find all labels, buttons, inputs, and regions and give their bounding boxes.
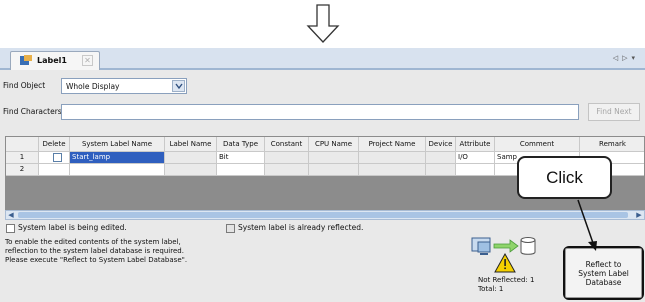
data-type-cell[interactable]: Bit — [217, 152, 265, 164]
row-number: 2 — [6, 164, 39, 176]
reflected-legend-swatch — [226, 224, 235, 233]
message-line: To enable the edited contents of the sys… — [5, 238, 181, 246]
find-object-select[interactable]: Whole Display — [61, 78, 187, 94]
reflect-button-line: System Label — [578, 269, 629, 278]
reflect-button-line: Reflect to — [585, 260, 622, 269]
horizontal-scrollbar[interactable]: ◀ ▶ — [5, 210, 645, 220]
reflect-button-line: Database — [585, 278, 622, 287]
device-cell[interactable] — [426, 164, 456, 176]
attribute-cell[interactable]: I/O — [456, 152, 495, 164]
device-cell[interactable] — [426, 152, 456, 164]
message-line: Please execute "Reflect to System Label … — [5, 256, 188, 264]
cpu-name-cell[interactable] — [309, 152, 359, 164]
column-header-label-name[interactable]: Label Name — [165, 137, 217, 152]
tab-navigation-icons[interactable]: ◁▷▾ — [613, 54, 639, 62]
reflection-counts: Not Reflected: 1 Total: 1 — [478, 276, 534, 294]
row-number: 1 — [6, 152, 39, 164]
close-icon[interactable]: ✕ — [82, 55, 93, 66]
find-object-value: Whole Display — [66, 82, 120, 91]
delete-cell[interactable] — [39, 164, 70, 176]
down-arrow-icon — [306, 4, 340, 43]
find-object-label: Find Object — [3, 81, 46, 90]
system-label-name-cell[interactable] — [70, 164, 165, 176]
reflected-legend: System label is already reflected. — [226, 223, 466, 235]
click-callout: Click — [517, 156, 612, 199]
column-header-device[interactable]: Device — [426, 137, 456, 152]
find-characters-input[interactable] — [61, 104, 579, 120]
column-header-attribute[interactable]: Attribute — [456, 137, 495, 152]
system-label-name-cell[interactable]: Start_lamp — [70, 152, 165, 164]
tab-label1[interactable]: Label1 ✕ — [10, 51, 100, 70]
reflect-to-system-label-database-button[interactable]: Reflect to System Label Database — [565, 248, 642, 298]
constant-cell[interactable] — [265, 152, 309, 164]
attribute-cell[interactable] — [456, 164, 495, 176]
constant-cell[interactable] — [265, 164, 309, 176]
label-name-cell[interactable] — [165, 164, 217, 176]
find-characters-label: Find Characters — [3, 107, 62, 116]
reflection-message: To enable the edited contents of the sys… — [5, 238, 465, 300]
message-line: reflection to the system label database … — [5, 247, 184, 255]
column-header-constant[interactable]: Constant — [265, 137, 309, 152]
delete-checkbox[interactable] — [53, 153, 62, 162]
arrow-right-icon — [493, 239, 519, 253]
tab-title: Label1 — [37, 56, 67, 65]
project-name-cell[interactable] — [359, 164, 426, 176]
column-header-delete[interactable]: Delete — [39, 137, 70, 152]
total-count: Total: 1 — [478, 285, 504, 293]
label-name-cell[interactable] — [165, 152, 217, 164]
warning-icon — [494, 252, 516, 273]
data-type-cell[interactable] — [217, 164, 265, 176]
label-icon — [20, 55, 32, 65]
column-header-data-type[interactable]: Data Type — [217, 137, 265, 152]
table-header: Delete System Label Name Label Name Data… — [6, 137, 644, 152]
scroll-left-icon[interactable]: ◀ — [6, 211, 16, 219]
column-header-cpu-name[interactable]: CPU Name — [309, 137, 359, 152]
find-characters-row: Find Characters Find Next — [0, 102, 645, 122]
find-object-row: Find Object Whole Display — [0, 76, 645, 96]
computer-icon — [471, 237, 491, 255]
column-header-remark[interactable]: Remark — [580, 137, 644, 152]
project-name-cell[interactable] — [359, 152, 426, 164]
editing-legend-swatch — [6, 224, 15, 233]
reflected-legend-text: System label is already reflected. — [238, 223, 364, 232]
database-icon — [520, 237, 536, 255]
scrollbar-thumb[interactable] — [18, 212, 628, 218]
reflection-status-graphic — [471, 237, 536, 273]
not-reflected-count: Not Reflected: 1 — [478, 276, 535, 284]
column-header-system-label-name[interactable]: System Label Name — [70, 137, 165, 152]
tab-bar: Label1 ✕ ◁▷▾ — [0, 48, 645, 70]
find-next-button[interactable]: Find Next — [588, 103, 640, 121]
cpu-name-cell[interactable] — [309, 164, 359, 176]
editing-legend: System label is being edited. — [6, 223, 226, 235]
editing-legend-text: System label is being edited. — [18, 223, 127, 232]
column-header-comment[interactable]: Comment — [495, 137, 580, 152]
column-header-number — [6, 137, 39, 152]
scroll-right-icon[interactable]: ▶ — [634, 211, 644, 219]
chevron-down-icon[interactable] — [172, 80, 185, 92]
delete-cell — [39, 152, 70, 164]
column-header-project-name[interactable]: Project Name — [359, 137, 426, 152]
